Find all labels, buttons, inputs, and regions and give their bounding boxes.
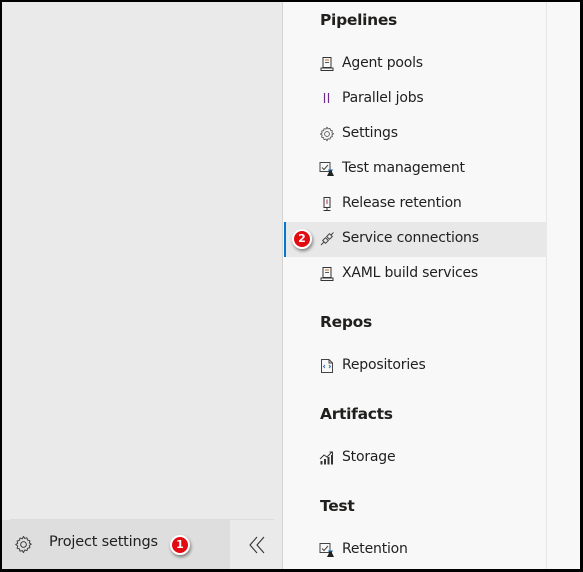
- nav-item-label: Settings: [342, 125, 398, 141]
- test-management-icon: [319, 162, 334, 176]
- nav-item-label: Repositories: [342, 357, 426, 373]
- nav-item-storage[interactable]: Storage: [284, 441, 547, 476]
- nav-item-release-retention[interactable]: Release retention: [284, 187, 547, 222]
- section-title-pipelines: Pipelines: [320, 11, 397, 29]
- test-retention-icon: [319, 543, 334, 557]
- nav-item-label: Retention: [342, 541, 408, 557]
- nav-item-label: Release retention: [342, 195, 462, 211]
- nav-item-service-connections[interactable]: 2 Service connections: [284, 222, 547, 257]
- nav-item-test-retention[interactable]: Retention: [284, 533, 547, 568]
- nav-item-repositories[interactable]: Repositories: [284, 349, 547, 384]
- double-chevron-left-icon: [248, 536, 264, 553]
- nav-item-agent-pools[interactable]: Agent pools: [284, 47, 547, 82]
- project-settings-button[interactable]: Project settings 1: [2, 520, 230, 569]
- release-retention-icon: [323, 197, 331, 211]
- build-server-icon: [320, 267, 334, 281]
- nav-item-label: Parallel jobs: [342, 90, 424, 106]
- step-badge-1: 1: [170, 535, 190, 555]
- collapse-nav-button[interactable]: [230, 520, 283, 569]
- agent-pool-icon: [320, 57, 334, 71]
- gear-icon: [320, 126, 334, 142]
- nav-item-label: XAML build services: [342, 265, 479, 281]
- nav-item-label: Service connections: [342, 230, 479, 246]
- project-settings-label: Project settings: [49, 534, 158, 550]
- nav-item-parallel-jobs[interactable]: Parallel jobs: [284, 82, 547, 117]
- section-title-artifacts: Artifacts: [320, 405, 393, 423]
- project-settings-nav: Pipelines Agent pools Parallel jobs Sett: [284, 2, 547, 569]
- content-pane: [548, 2, 580, 569]
- nav-item-xaml-build-services[interactable]: XAML build services: [284, 257, 547, 292]
- section-title-repos: Repos: [320, 313, 372, 331]
- nav-item-test-management[interactable]: Test management: [284, 152, 547, 187]
- nav-item-label: Agent pools: [342, 55, 423, 71]
- parallel-jobs-icon: [323, 93, 330, 103]
- left-nav-pane: Project settings 1: [2, 2, 283, 569]
- gear-icon: [15, 535, 32, 554]
- plug-icon: [320, 232, 334, 246]
- chart-growth-icon: [319, 451, 333, 465]
- app-window: Project settings 1 Pipelines Agent pools: [2, 2, 580, 569]
- nav-item-label: Test management: [342, 160, 465, 176]
- nav-item-settings[interactable]: Settings: [284, 117, 547, 152]
- section-title-test: Test: [320, 497, 355, 515]
- nav-item-label: Storage: [342, 449, 396, 465]
- code-file-icon: [321, 359, 333, 373]
- step-badge-2: 2: [292, 229, 312, 249]
